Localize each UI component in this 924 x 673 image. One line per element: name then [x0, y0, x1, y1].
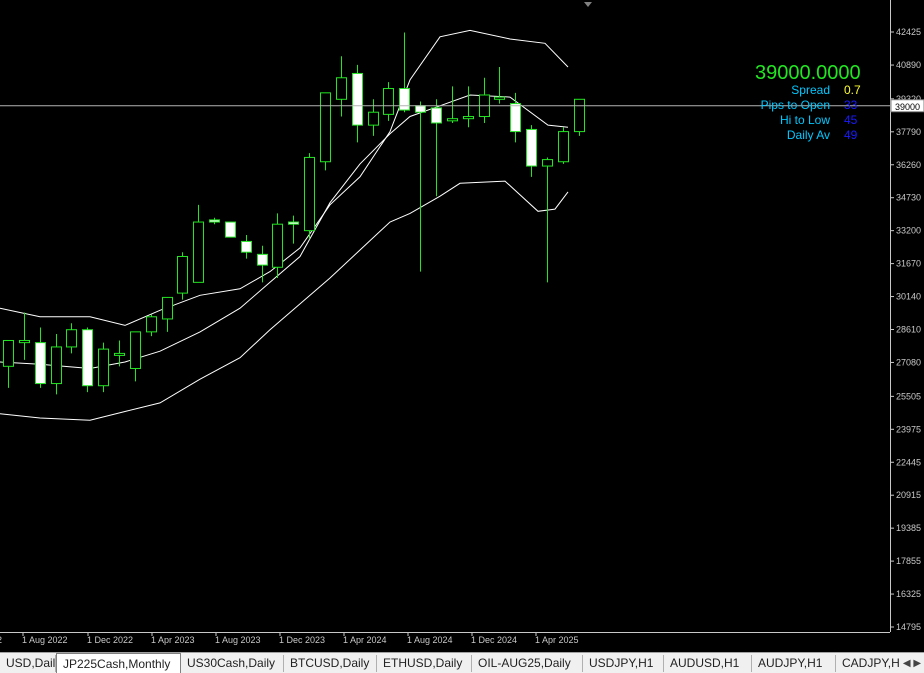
daily-av-label: Daily Av	[786, 128, 830, 142]
candle-body	[383, 88, 394, 115]
candle-body	[257, 253, 268, 266]
candle-body	[130, 331, 141, 369]
price-axis-label: 34730	[896, 193, 921, 203]
price-axis-label: 14795	[896, 622, 921, 632]
candle-body	[35, 342, 46, 385]
price-axis-label: 22445	[896, 457, 921, 467]
candle-body	[399, 88, 410, 111]
time-axis-label: 1 Apr 2023	[151, 635, 195, 645]
chart-tab-bar: USD,Daily JP225Cash,Monthly US30Cash,Dai…	[0, 652, 924, 673]
price-axis-label: 19385	[896, 523, 921, 533]
price-axis-label: 28610	[896, 325, 921, 335]
candle-body	[193, 221, 204, 283]
tab-jp225cash-monthly[interactable]: JP225Cash,Monthly	[56, 653, 181, 673]
candle-body	[352, 72, 363, 126]
candle-body	[225, 221, 236, 238]
price-axis-label: 33200	[896, 226, 921, 236]
candle-body	[336, 77, 347, 100]
spread-value: 0.7	[844, 83, 861, 97]
tab-btcusd-daily[interactable]: BTCUSD,Daily	[284, 655, 377, 672]
candle-body	[288, 221, 299, 225]
bollinger-middle-band	[0, 94, 569, 370]
daily-av-value: 49	[844, 128, 858, 142]
candle-body	[368, 111, 379, 126]
candle-body	[320, 92, 331, 163]
hi-to-low-label: Hi to Low	[779, 113, 830, 127]
hi-to-low-value: 45	[844, 113, 858, 127]
time-axis-label: 1 Dec 2024	[471, 635, 517, 645]
candle-body	[146, 316, 157, 333]
time-axis-label: 1 Apr 2025	[535, 635, 579, 645]
pips-to-open-label: Pips to Open	[760, 98, 830, 112]
price-axis-label: 42425	[896, 27, 921, 37]
candle-body	[526, 128, 537, 167]
price-axis-label: 30140	[896, 292, 921, 302]
time-axis-label: 1 Dec 2022	[87, 635, 133, 645]
candle-body	[415, 105, 426, 113]
bollinger-upper-band	[0, 29, 569, 326]
price-axis-label: 20915	[896, 490, 921, 500]
price-axis-label: 36260	[896, 160, 921, 170]
current-price-display: 39000.0000	[755, 62, 861, 84]
chart-area[interactable]: 42425 40890 39320 37790 36260 34730 33200 31670…	[0, 0, 924, 652]
candle-body	[431, 107, 442, 124]
candle-body	[51, 346, 62, 385]
candle-body	[510, 103, 521, 133]
time-axis-label: 1 Aug 2022	[22, 635, 68, 645]
candle-body	[272, 223, 283, 268]
spread-label: Spread	[791, 83, 830, 97]
pips-to-open-value: 33	[844, 98, 858, 112]
time-axis-label: 1 Aug 2023	[215, 635, 261, 645]
tab-ethusd-daily[interactable]: ETHUSD,Daily	[377, 655, 472, 672]
price-axis-label: 40890	[896, 60, 921, 70]
price-axis-label: 37790	[896, 127, 921, 137]
tab-us30cash-daily[interactable]: US30Cash,Daily	[181, 655, 284, 672]
candle-body	[177, 255, 188, 294]
candle-body	[98, 348, 109, 387]
tab-scroll-arrows-icon[interactable]: ◀ ▶	[900, 655, 924, 672]
candle-body	[558, 131, 569, 163]
candle-body	[209, 219, 220, 223]
price-axis-label: 16325	[896, 589, 921, 599]
candle-body	[162, 296, 173, 320]
price-axis-label: 27080	[896, 357, 921, 367]
candle-body	[114, 352, 125, 356]
price-axis-label: 25505	[896, 391, 921, 401]
tab-cadjpy-h[interactable]: CADJPY,H	[836, 655, 906, 672]
candle-body	[82, 329, 93, 387]
candle-body	[574, 98, 585, 133]
candle-body	[494, 96, 505, 100]
time-axis-label: 1 Apr 2024	[343, 635, 387, 645]
tab-audjpy-h1[interactable]: AUDJPY,H1	[752, 655, 836, 672]
tab-usd-daily[interactable]: USD,Daily	[0, 655, 56, 672]
time-axis-label: 2	[0, 635, 2, 645]
chart-shift-marker-icon	[584, 2, 592, 7]
price-axis-label: 23975	[896, 424, 921, 434]
current-price-tag-label: 39000	[895, 102, 920, 112]
candle-body	[447, 118, 458, 122]
candle-body	[66, 329, 77, 348]
price-axis-label: 17855	[896, 556, 921, 566]
candle-body	[542, 159, 553, 167]
price-axis-label: 31670	[896, 259, 921, 269]
time-axis-label: 1 Dec 2023	[279, 635, 325, 645]
tab-usdjpy-h1[interactable]: USDJPY,H1	[583, 655, 664, 672]
candle-body	[19, 339, 30, 344]
tab-oil-aug25-daily[interactable]: OIL-AUG25,Daily	[472, 655, 583, 672]
candle-body	[3, 339, 14, 367]
candle-body	[241, 240, 252, 253]
candle-body	[304, 156, 315, 232]
tab-audusd-h1[interactable]: AUDUSD,H1	[664, 655, 752, 672]
candle-body	[463, 116, 474, 120]
time-axis-label: 1 Aug 2024	[407, 635, 453, 645]
